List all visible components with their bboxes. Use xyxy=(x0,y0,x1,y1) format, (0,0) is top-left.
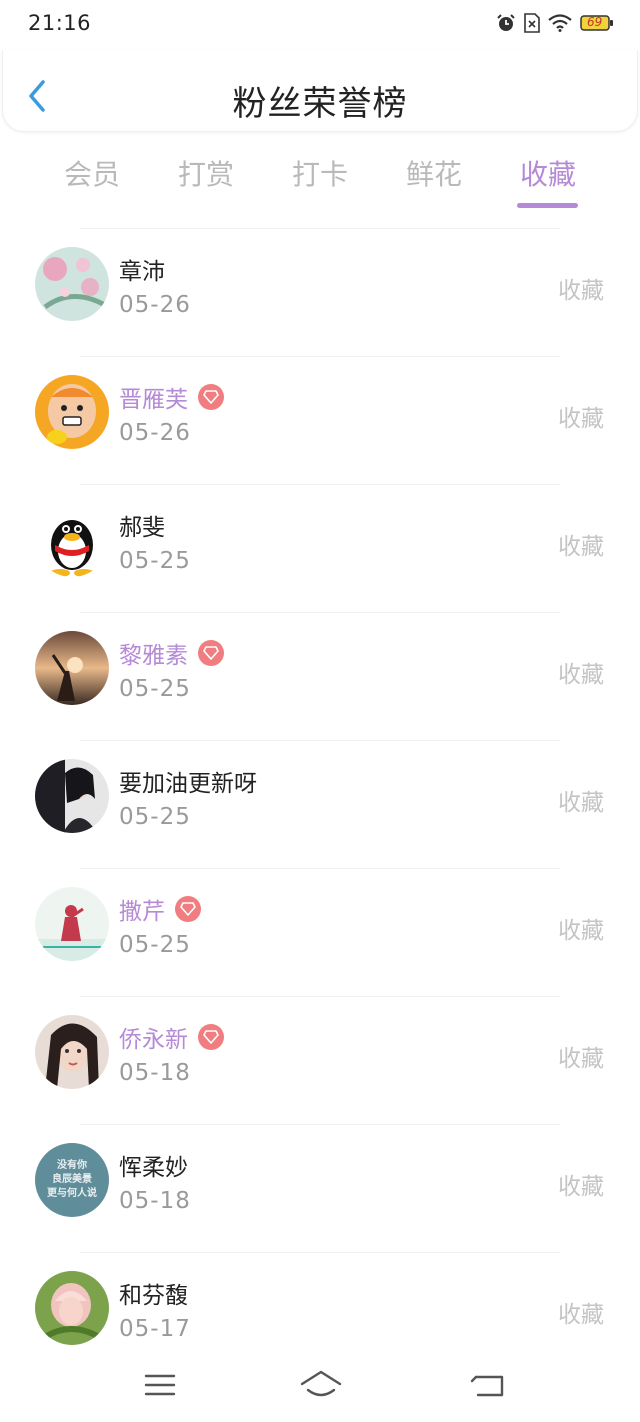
favorite-action[interactable]: 收藏 xyxy=(558,527,604,561)
divider xyxy=(80,1124,560,1125)
favorite-action[interactable]: 收藏 xyxy=(558,1167,604,1201)
favorite-action[interactable]: 收藏 xyxy=(558,655,604,689)
favorite-action[interactable]: 收藏 xyxy=(558,911,604,945)
vip-diamond-icon xyxy=(198,640,224,666)
avatar[interactable] xyxy=(35,375,109,449)
fan-name: 要加油更新呀 xyxy=(119,771,257,797)
list-item[interactable]: 晋雁芙 05-26 收藏 xyxy=(0,356,640,484)
fan-date: 05-17 xyxy=(119,1316,191,1342)
divider xyxy=(80,740,560,741)
list-item[interactable]: 撒芹 05-25 收藏 xyxy=(0,868,640,996)
status-icons: 69 xyxy=(496,13,614,37)
divider xyxy=(80,228,560,229)
list-item[interactable]: 要加油更新呀 05-25 收藏 xyxy=(0,740,640,868)
header: 粉丝荣誉榜 xyxy=(2,50,638,132)
wifi-icon xyxy=(548,14,572,36)
avatar[interactable] xyxy=(35,247,109,321)
sim-off-icon xyxy=(524,13,540,37)
divider xyxy=(80,868,560,869)
avatar[interactable]: 没有你 良辰美景 更与何人说 xyxy=(35,1143,109,1217)
fan-date: 05-25 xyxy=(119,676,191,702)
fan-list: 章沛 05-26 收藏 晋雁芙 05-26 收藏 郝斐 05-25 收藏 黎雅素 xyxy=(0,228,640,1380)
fan-date: 05-26 xyxy=(119,292,191,318)
fan-name: 恽柔妙 xyxy=(119,1155,188,1181)
tab-bar: 会员 打赏 打卡 鲜花 收藏 xyxy=(0,145,640,210)
tab-flowers[interactable]: 鲜花 xyxy=(394,153,474,193)
divider xyxy=(80,612,560,613)
status-bar: 21:16 69 xyxy=(0,0,640,50)
battery-level: 69 xyxy=(587,15,603,29)
home-button[interactable] xyxy=(298,1368,344,1402)
alarm-icon xyxy=(496,13,516,37)
tab-checkin[interactable]: 打卡 xyxy=(280,153,360,193)
fan-date: 05-18 xyxy=(119,1060,191,1086)
fan-name: 撒芹 xyxy=(119,899,165,925)
fan-name: 黎雅素 xyxy=(119,643,188,669)
tab-member[interactable]: 会员 xyxy=(52,153,132,193)
fan-name: 郝斐 xyxy=(119,515,165,541)
list-item[interactable]: 黎雅素 05-25 收藏 xyxy=(0,612,640,740)
avatar-text-line: 良辰美景 xyxy=(52,1174,92,1185)
menu-button[interactable] xyxy=(140,1368,180,1402)
list-item[interactable]: 没有你 良辰美景 更与何人说 恽柔妙 05-18 收藏 xyxy=(0,1124,640,1252)
divider xyxy=(80,1252,560,1253)
vip-diamond-icon xyxy=(198,1024,224,1050)
list-item[interactable]: 郝斐 05-25 收藏 xyxy=(0,484,640,612)
avatar[interactable] xyxy=(35,759,109,833)
active-tab-indicator xyxy=(517,203,578,208)
battery-icon: 69 xyxy=(580,14,614,36)
divider xyxy=(80,484,560,485)
fan-date: 05-26 xyxy=(119,420,191,446)
avatar[interactable] xyxy=(35,887,109,961)
status-time: 21:16 xyxy=(28,11,92,35)
back-nav-button[interactable] xyxy=(468,1368,508,1402)
favorite-action[interactable]: 收藏 xyxy=(558,783,604,817)
avatar-text-line: 更与何人说 xyxy=(47,1188,97,1199)
avatar[interactable] xyxy=(35,1271,109,1345)
avatar[interactable] xyxy=(35,631,109,705)
divider xyxy=(80,996,560,997)
avatar[interactable] xyxy=(35,1015,109,1089)
list-item[interactable]: 章沛 05-26 收藏 xyxy=(0,228,640,356)
fan-name: 晋雁芙 xyxy=(119,387,188,413)
fan-name: 章沛 xyxy=(119,259,165,285)
fan-name: 侨永新 xyxy=(119,1027,188,1053)
page-title: 粉丝荣誉榜 xyxy=(232,84,408,124)
home-icon xyxy=(300,1370,342,1397)
vip-diamond-icon xyxy=(198,384,224,410)
fan-date: 05-25 xyxy=(119,932,191,958)
menu-icon xyxy=(144,1374,176,1396)
fan-date: 05-25 xyxy=(119,548,191,574)
favorite-action[interactable]: 收藏 xyxy=(558,399,604,433)
tab-favorites[interactable]: 收藏 xyxy=(508,153,588,193)
system-nav-bar xyxy=(0,1350,640,1422)
avatar-text-line: 没有你 xyxy=(57,1160,87,1171)
vip-diamond-icon xyxy=(175,896,201,922)
favorite-action[interactable]: 收藏 xyxy=(558,1295,604,1329)
fan-date: 05-18 xyxy=(119,1188,191,1214)
list-item[interactable]: 侨永新 05-18 收藏 xyxy=(0,996,640,1124)
tab-reward[interactable]: 打赏 xyxy=(166,153,246,193)
fan-name: 和芬馥 xyxy=(119,1283,188,1309)
favorite-action[interactable]: 收藏 xyxy=(558,271,604,305)
divider xyxy=(80,356,560,357)
back-icon xyxy=(470,1375,504,1397)
fan-date: 05-25 xyxy=(119,804,191,830)
favorite-action[interactable]: 收藏 xyxy=(558,1039,604,1073)
avatar[interactable] xyxy=(35,503,109,577)
